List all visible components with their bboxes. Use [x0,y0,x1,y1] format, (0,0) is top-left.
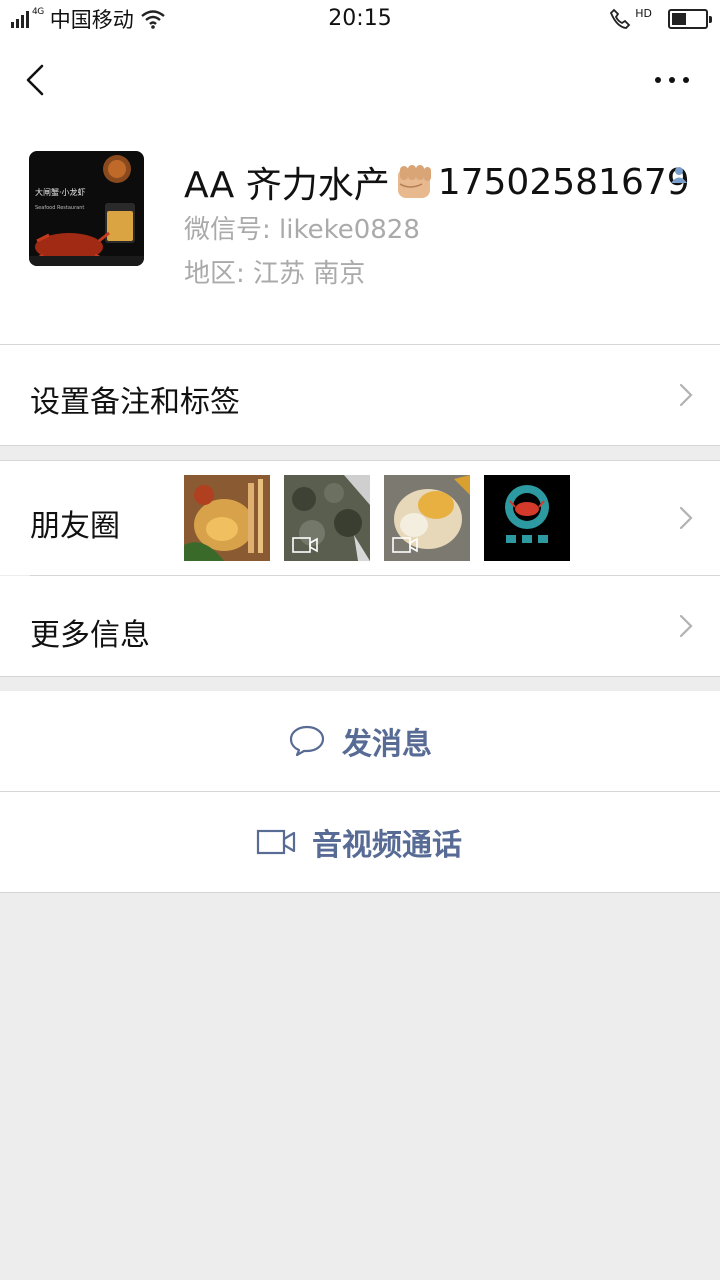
profile-header: 大闸蟹·小龙虾 Seafood Restaurant AA 齐力水产 17502… [0,120,720,344]
profile-name-prefix: AA 齐力水产 [184,165,390,206]
more-dot-icon [683,77,689,83]
moments-video [384,475,470,561]
moments-video [284,475,370,561]
svg-text:Seafood Restaurant: Seafood Restaurant [35,205,84,211]
chevron-right-icon [679,383,693,407]
chevron-right-icon [679,506,693,530]
video-camera-icon [392,537,418,553]
send-message-button[interactable]: 发消息 [0,691,720,791]
profile-name: AA 齐力水产 17502581679 [184,156,690,208]
region: 地区: 江苏 南京 [184,259,366,289]
avatar[interactable]: 大闸蟹·小龙虾 Seafood Restaurant [29,151,144,266]
chat-bubble-icon [289,725,325,757]
back-button[interactable] [18,60,54,100]
more-dot-icon [655,77,661,83]
remark-label: 设置备注和标签 [30,385,240,420]
profile-name-suffix: 17502581679 [437,161,690,203]
remark-cell[interactable]: 设置备注和标签 [0,345,720,445]
send-message-label: 发消息 [342,727,432,762]
divider [0,445,720,446]
moments-cell[interactable]: 朋友圈 [0,461,720,575]
video-call-button[interactable]: 音视频通话 [0,792,720,892]
divider [0,676,720,677]
moments-photo [484,475,570,561]
chevron-left-icon [26,64,44,96]
chevron-right-icon [679,614,693,638]
status-bar: 4G 中国移动 20:15 HD [0,0,720,40]
nav-bar [0,40,720,120]
hd-indicator: HD [635,6,652,20]
phone-call-icon [610,8,631,29]
moments-photo [184,475,270,561]
more-info-label: 更多信息 [30,618,150,653]
more-dot-icon [669,77,675,83]
video-camera-icon [292,537,318,553]
video-camera-icon [256,829,296,855]
svg-text:大闸蟹·小龙虾: 大闸蟹·小龙虾 [35,187,86,197]
moments-label: 朋友圈 [30,509,120,544]
more-button[interactable] [652,70,692,90]
battery-level [672,13,686,25]
battery-icon [668,9,712,29]
wechat-id: 微信号: likeke0828 [184,215,420,245]
fist-emoji-icon [397,165,431,198]
more-info-cell[interactable]: 更多信息 [0,576,720,676]
video-call-label: 音视频通话 [312,828,462,863]
contact-source-icon [671,167,687,183]
divider [0,892,720,893]
